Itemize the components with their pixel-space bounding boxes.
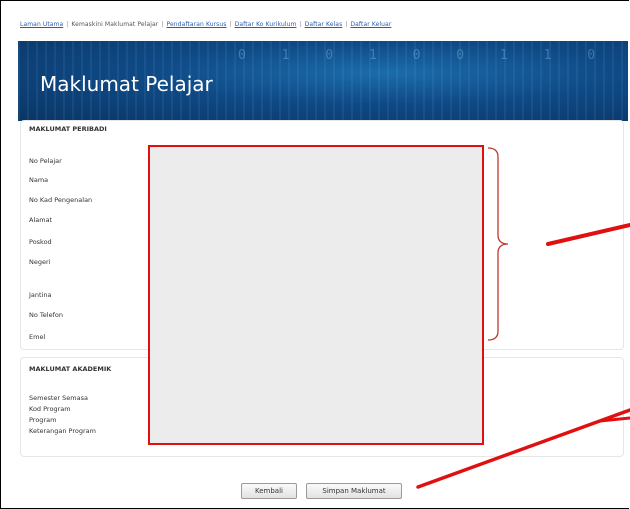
personal-section-title: MAKLUMAT PERIBADI [29, 125, 107, 133]
label-no-pelajar: No Pelajar [29, 157, 62, 165]
nav-link-daftar-kelas[interactable]: Daftar Kelas [305, 21, 343, 28]
nav-link-daftar-ko-kurikulum[interactable]: Daftar Ko Kurikulum [235, 21, 297, 28]
back-button[interactable]: Kembali [241, 483, 297, 499]
nav-separator: | [345, 21, 348, 28]
nav-item-kemaskini: Kemaskini Maklumat Pelajar [71, 21, 159, 28]
redaction-box [148, 145, 484, 445]
label-jantina: Jantina [29, 291, 52, 299]
label-poskod: Poskod [29, 238, 52, 246]
label-emel: Emel [29, 333, 46, 341]
nav-separator: | [161, 21, 164, 28]
label-nama: Nama [29, 176, 49, 184]
nav-link-laman-utama[interactable]: Laman Utama [20, 21, 63, 28]
label-alamat: Alamat [29, 216, 53, 224]
label-no-telefon: No Telefon [29, 311, 63, 319]
page-title: Maklumat Pelajar [40, 72, 213, 96]
label-semester-semasa: Semester Semasa [29, 394, 88, 402]
academic-section-title: MAKLUMAT AKADEMIK [29, 365, 112, 373]
nav-link-pendaftaran-kursus[interactable]: Pendaftaran Kursus [166, 21, 226, 28]
nav-separator: | [66, 21, 69, 28]
nav-separator: | [299, 21, 302, 28]
label-negeri: Negeri [29, 258, 51, 266]
page-banner: 0 1 0 1 0 0 1 1 0 1 0 1 0 0 1 0 1 0 1 1 … [18, 41, 628, 121]
nav-link-daftar-keluar[interactable]: Daftar Keluar [350, 21, 391, 28]
banner-binary-pattern: 0 1 0 1 0 0 1 1 0 1 0 1 0 0 1 0 1 0 1 1 … [238, 48, 618, 63]
label-keterangan-program: Keterangan Program [29, 427, 96, 435]
top-navigation: Laman Utama | Kemaskini Maklumat Pelajar | P… [20, 21, 391, 28]
label-no-kad-pengenalan: No Kad Pengenalan [29, 196, 93, 204]
nav-separator: | [229, 21, 232, 28]
label-kod-program: Kod Program [29, 405, 71, 413]
save-button[interactable]: Simpan Maklumat [306, 483, 402, 499]
label-program: Program [29, 416, 57, 424]
right-brace-annotation [487, 147, 509, 341]
